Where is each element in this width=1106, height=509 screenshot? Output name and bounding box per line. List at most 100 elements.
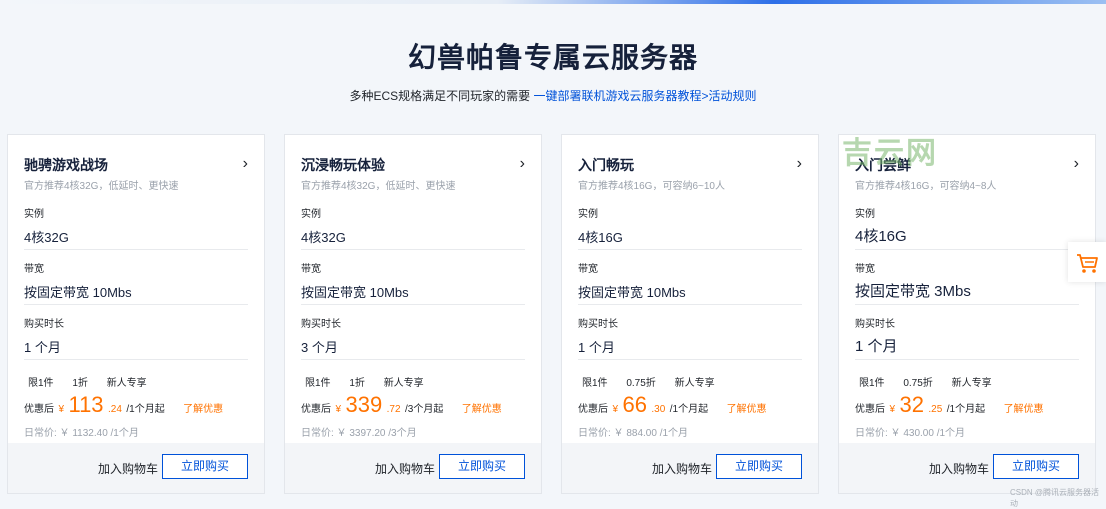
daily-price: 日常价: ￥ 1132.40 /1个月 [24, 424, 139, 439]
discount-label: 优惠后 [855, 404, 885, 415]
price-row: 优惠后 ¥ 339 .72 /3个月起 了解优惠 [301, 392, 502, 422]
instance-value: 4核32G [24, 230, 69, 245]
daily-price: 日常价: ￥ 430.00 /1个月 [855, 424, 965, 439]
currency-symbol: ¥ [335, 404, 342, 415]
learn-more-link[interactable]: 了解优惠 [462, 404, 502, 415]
duration-value: 1 个月 [24, 340, 61, 355]
daily-price-value: 884.00 [626, 428, 657, 439]
subtitle-text: 多种ECS规格满足不同玩家的需要 [349, 89, 531, 103]
promo-tags: 限1件 1折 新人专享 [301, 374, 436, 389]
price-decimal: .24 [108, 404, 122, 415]
tag-discount: 1折 [72, 378, 88, 389]
price-unit: /1个月起 [669, 404, 709, 415]
divider [855, 249, 1079, 250]
divider [24, 249, 248, 250]
add-to-cart-button[interactable]: 加入购物车 [929, 460, 989, 477]
instance-label: 实例 [301, 209, 321, 220]
card-header[interactable]: 入门畅玩 › [578, 155, 802, 175]
daily-price-label: 日常价: ￥ [855, 428, 901, 439]
card-description: 官方推荐4核32G，低延时、更快速 [24, 181, 179, 192]
duration-value: 3 个月 [301, 340, 338, 355]
buy-now-button[interactable]: 立即购买 [993, 454, 1079, 479]
bandwidth-label: 带宽 [578, 264, 598, 275]
price-integer: 66 [622, 392, 647, 417]
learn-more-link[interactable]: 了解优惠 [1004, 404, 1044, 415]
learn-more-link[interactable]: 了解优惠 [183, 404, 223, 415]
card-description: 官方推荐4核32G，低延时、更快速 [301, 181, 456, 192]
tag-new-user: 新人专享 [674, 378, 715, 389]
duration-label: 购买时长 [301, 319, 341, 330]
product-card: 沉浸畅玩体验 › 官方推荐4核32G，低延时、更快速 实例 4核32G 带宽 按… [284, 134, 542, 494]
page-subtitle: 多种ECS规格满足不同玩家的需要 一键部署联机游戏云服务器教程>活动规则 [0, 87, 1106, 104]
daily-price-unit: /3个月 [388, 428, 417, 439]
chevron-right-icon[interactable]: › [520, 155, 525, 173]
add-to-cart-button[interactable]: 加入购物车 [98, 460, 158, 477]
duration-label: 购买时长 [855, 319, 895, 330]
divider [578, 304, 802, 305]
card-description: 官方推荐4核16G，可容纳6~10人 [578, 181, 725, 192]
chevron-right-icon[interactable]: › [243, 155, 248, 173]
promo-tags: 限1件 0.75折 新人专享 [855, 374, 1004, 389]
tag-limit: 限1件 [582, 378, 608, 389]
floating-cart-button[interactable] [1068, 242, 1106, 282]
divider [855, 359, 1079, 360]
promo-tags: 限1件 1折 新人专享 [24, 374, 159, 389]
card-header[interactable]: 沉浸畅玩体验 › [301, 155, 525, 175]
card-footer: 加入购物车 立即购买 [285, 443, 541, 493]
price-unit: /1个月起 [126, 404, 165, 415]
instance-label: 实例 [855, 209, 875, 220]
divider [301, 304, 525, 305]
bandwidth-value: 按固定带宽 10Mbs [301, 285, 409, 300]
add-to-cart-button[interactable]: 加入购物车 [652, 460, 712, 477]
card-title: 驰骋游戏战场 [24, 157, 108, 173]
divider [301, 249, 525, 250]
daily-price-unit: /1个月 [659, 428, 689, 439]
tutorial-rules-link[interactable]: 一键部署联机游戏云服务器教程>活动规则 [534, 89, 757, 103]
price-unit: /1个月起 [946, 404, 986, 415]
bandwidth-label: 带宽 [855, 264, 875, 275]
discount-label: 优惠后 [24, 404, 54, 415]
product-card: 入门尝鲜 › 官方推荐4核16G，可容纳4~8人 实例 4核16G 带宽 按固定… [838, 134, 1096, 494]
currency-symbol: ¥ [58, 404, 65, 415]
instance-value: 4核16G [578, 230, 623, 245]
chevron-right-icon[interactable]: › [797, 155, 802, 173]
price-row: 优惠后 ¥ 32 .25 /1个月起 了解优惠 [855, 392, 1044, 422]
daily-price-value: 430.00 [903, 428, 934, 439]
daily-price-value: 3397.20 [349, 428, 386, 439]
tag-limit: 限1件 [28, 378, 54, 389]
card-footer: 加入购物车 立即购买 [8, 443, 264, 493]
price-unit: /3个月起 [405, 404, 444, 415]
instance-label: 实例 [24, 209, 44, 220]
tag-discount: 0.75折 [626, 378, 656, 389]
buy-now-button[interactable]: 立即购买 [439, 454, 525, 479]
price-decimal: .30 [651, 404, 666, 415]
daily-price: 日常价: ￥ 3397.20 /3个月 [301, 424, 417, 439]
site-watermark: 吉云网 [842, 137, 938, 170]
tag-limit: 限1件 [859, 378, 885, 389]
duration-label: 购买时长 [578, 319, 618, 330]
footer-credit: CSDN @腾讯云服务器活动 [1010, 488, 1100, 508]
tag-new-user: 新人专享 [106, 378, 147, 389]
bandwidth-value: 按固定带宽 10Mbs [578, 285, 686, 300]
currency-symbol: ¥ [612, 404, 619, 415]
instance-value: 4核32G [301, 230, 346, 245]
shopping-cart-icon [1077, 254, 1098, 273]
chevron-right-icon[interactable]: › [1074, 155, 1079, 173]
buy-now-button[interactable]: 立即购买 [162, 454, 248, 479]
promo-tags: 限1件 0.75折 新人专享 [578, 374, 727, 389]
divider [855, 304, 1079, 305]
price-decimal: .25 [928, 404, 943, 415]
buy-now-button[interactable]: 立即购买 [716, 454, 802, 479]
tag-discount: 1折 [349, 378, 365, 389]
daily-price-label: 日常价: ￥ [24, 428, 70, 439]
card-footer: 加入购物车 立即购买 [839, 443, 1095, 493]
add-to-cart-button[interactable]: 加入购物车 [375, 460, 435, 477]
learn-more-link[interactable]: 了解优惠 [727, 404, 767, 415]
card-header[interactable]: 驰骋游戏战场 › [24, 155, 248, 175]
bandwidth-value: 按固定带宽 10Mbs [24, 285, 132, 300]
tag-new-user: 新人专享 [383, 378, 424, 389]
daily-price-unit: /1个月 [936, 428, 966, 439]
price-integer: 32 [899, 392, 924, 417]
daily-price-unit: /1个月 [110, 428, 139, 439]
duration-value: 1 个月 [855, 338, 898, 355]
